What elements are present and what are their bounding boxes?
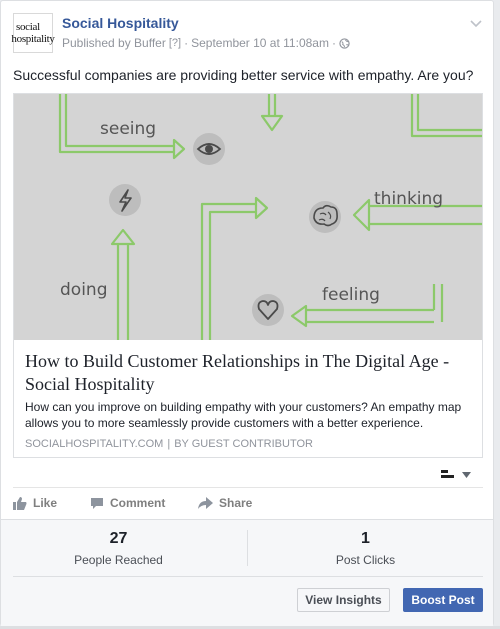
- comment-icon: [90, 497, 104, 510]
- published-by: Published by Buffer: [62, 36, 166, 50]
- link-preview-image[interactable]: seeing thinking doing feeling: [14, 94, 482, 340]
- image-label-seeing: seeing: [100, 119, 156, 139]
- people-reached-value: 27: [109, 530, 128, 547]
- post-clicks-stat[interactable]: 1 Post Clicks: [248, 529, 483, 567]
- audience-avatar: [440, 467, 456, 481]
- audience-dropdown-icon[interactable]: [462, 465, 471, 483]
- link-description: How can you improve on building empathy …: [25, 400, 462, 430]
- like-icon: [13, 496, 27, 510]
- action-bar: Like Comment Share: [13, 496, 252, 510]
- post-message: Successful companies are providing bette…: [13, 67, 474, 83]
- post-card: social hospitality Social Hospitality Pu…: [0, 0, 494, 626]
- boost-post-button[interactable]: Boost Post: [403, 588, 483, 612]
- actions-divider: [13, 487, 483, 488]
- like-button[interactable]: Like: [13, 496, 90, 510]
- post-clicks-value: 1: [361, 530, 370, 547]
- comment-label: Comment: [110, 496, 166, 510]
- link-preview-card[interactable]: seeing thinking doing feeling How to Bui…: [13, 93, 483, 458]
- source-separator: |: [167, 438, 171, 450]
- insights-panel: 27 People Reached 1 Post Clicks View Ins…: [1, 519, 493, 626]
- people-reached-stat[interactable]: 27 People Reached: [1, 529, 236, 567]
- audience-selector[interactable]: [440, 465, 471, 483]
- image-label-feeling: feeling: [322, 285, 380, 305]
- avatar-logo-line1: social: [16, 21, 40, 33]
- chevron-down-icon[interactable]: [470, 15, 482, 33]
- share-label: Share: [219, 496, 253, 510]
- comment-button[interactable]: Comment: [90, 496, 198, 510]
- source-author: BY GUEST CONTRIBUTOR: [174, 438, 313, 450]
- help-marker[interactable]: [?]: [169, 37, 181, 49]
- post-meta: Published by Buffer [?] · September 10 a…: [62, 36, 350, 50]
- share-button[interactable]: Share: [198, 496, 252, 510]
- people-reached-label: People Reached: [74, 553, 163, 567]
- avatar-logo-line2: hospitality: [11, 33, 55, 45]
- page-name-link[interactable]: Social Hospitality: [62, 15, 179, 31]
- meta-separator: ·: [184, 36, 189, 50]
- like-label: Like: [33, 496, 58, 510]
- post-clicks-label: Post Clicks: [335, 553, 396, 567]
- insights-divider: [13, 576, 483, 577]
- image-label-thinking: thinking: [374, 189, 443, 209]
- source-domain: SOCIALHOSPITALITY.COM: [25, 438, 164, 450]
- globe-icon[interactable]: [339, 37, 350, 49]
- link-source: SOCIALHOSPITALITY.COM | BY GUEST CONTRIBUT…: [25, 438, 313, 450]
- meta-separator-2: ·: [331, 36, 336, 50]
- share-icon: [198, 496, 213, 510]
- view-insights-button[interactable]: View Insights: [297, 588, 390, 612]
- image-label-doing: doing: [60, 280, 107, 300]
- post-timestamp[interactable]: September 10 at 11:08am: [191, 36, 329, 50]
- page-avatar[interactable]: social hospitality: [11, 13, 55, 53]
- link-title[interactable]: How to Build Customer Relationships in T…: [25, 350, 475, 396]
